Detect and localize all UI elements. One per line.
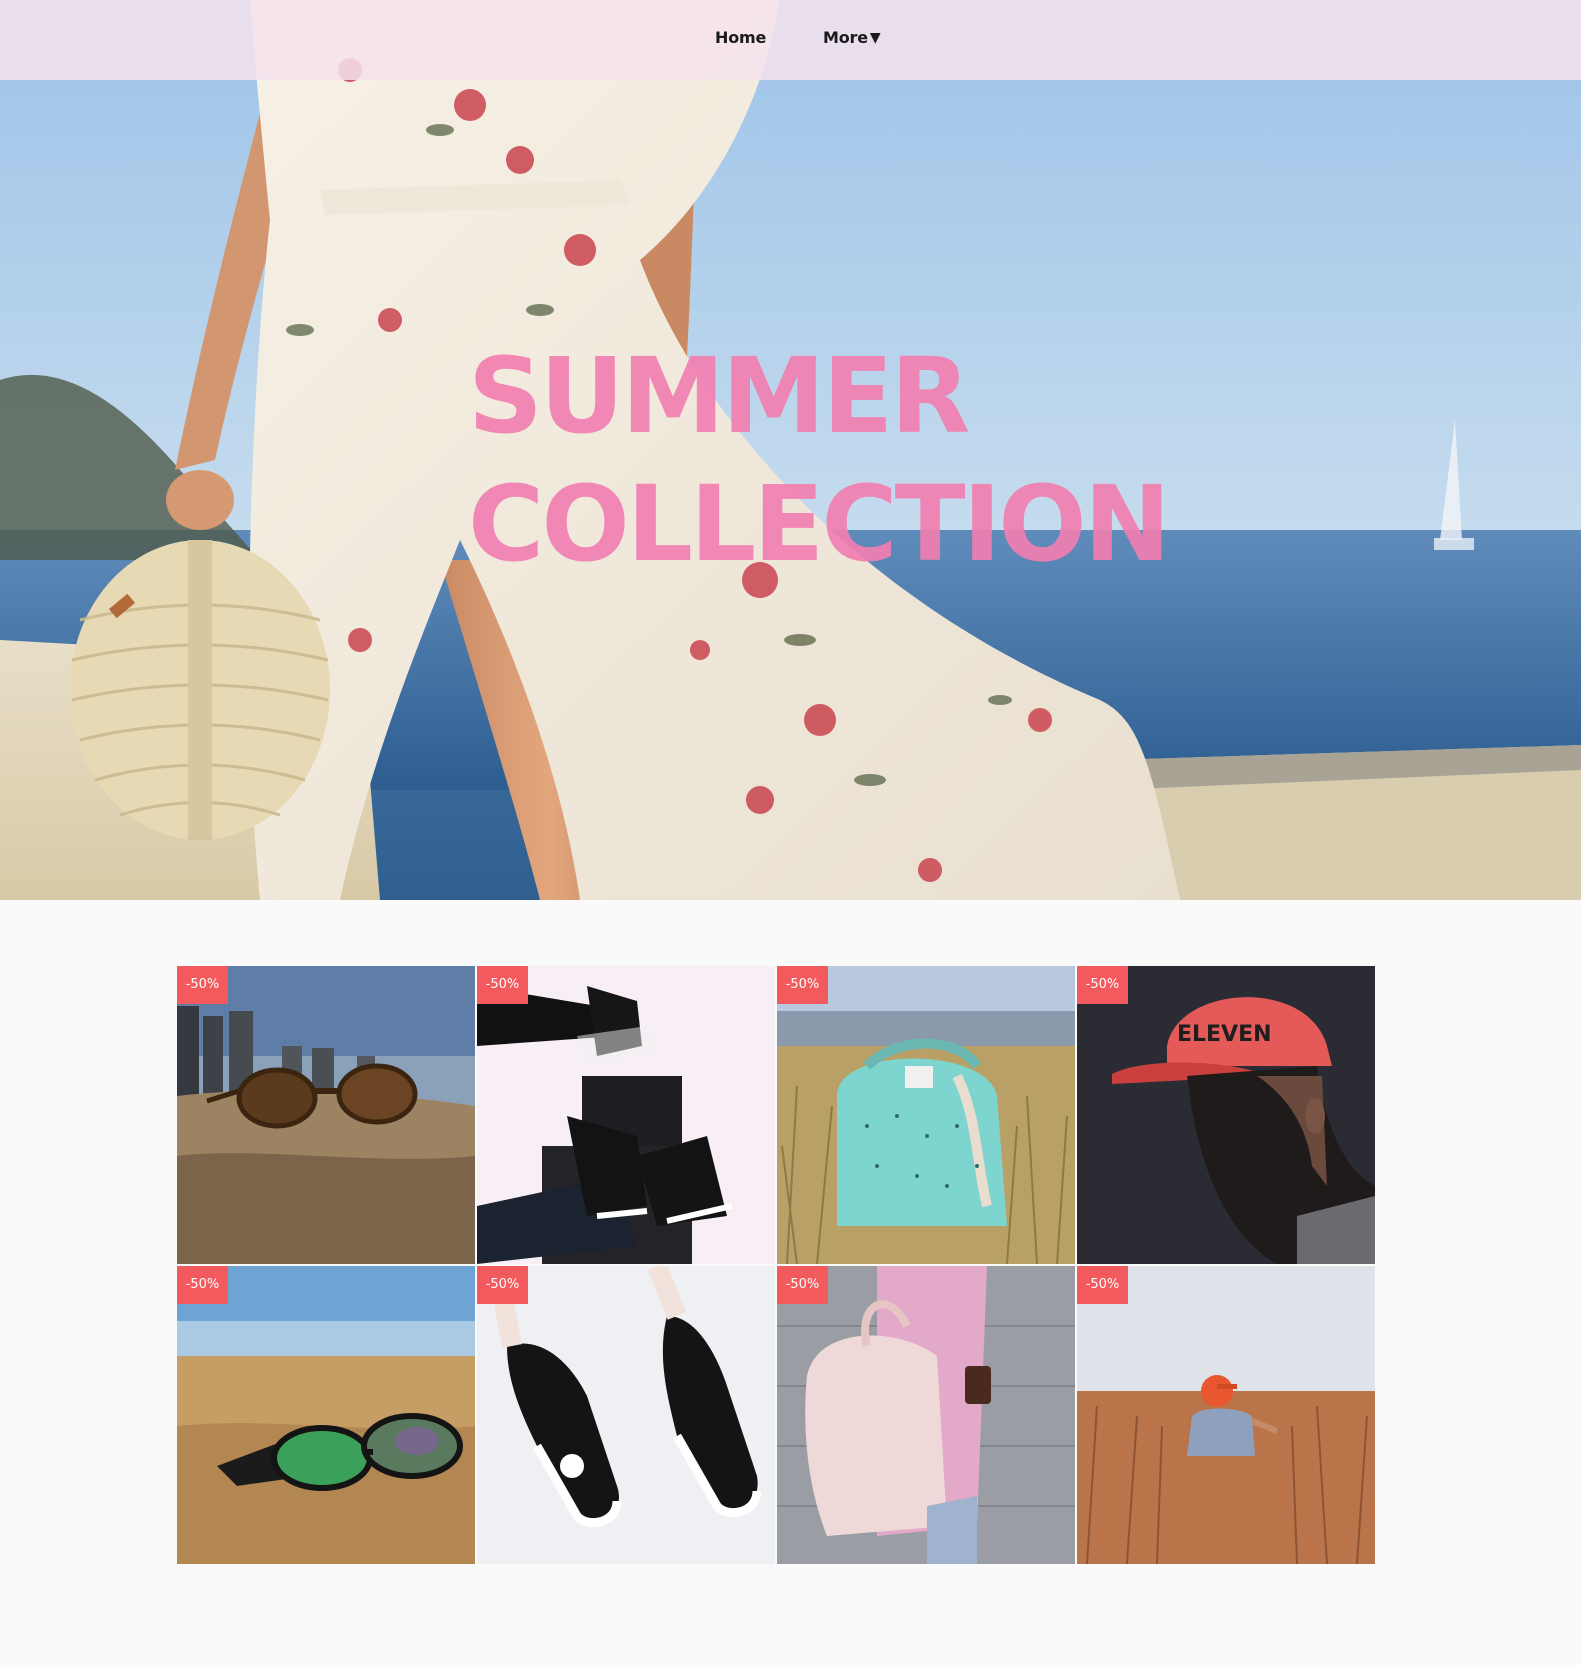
product-card[interactable]: -50%: [477, 1266, 775, 1564]
product-image-sneakers: [477, 966, 775, 1264]
product-image-red-cap: ELEVEN: [1077, 966, 1375, 1264]
product-image-sunglasses: [177, 966, 475, 1264]
product-card[interactable]: -50%: [177, 1266, 475, 1564]
product-image-green-sunglasses: [177, 1266, 475, 1564]
product-card[interactable]: -50%: [177, 966, 475, 1264]
product-image-orange-cap: [1077, 1266, 1375, 1564]
svg-text:ELEVEN: ELEVEN: [1177, 1022, 1272, 1047]
discount-badge: -50%: [177, 1266, 228, 1304]
discount-badge: -50%: [777, 1266, 828, 1304]
product-image-backpack: [777, 966, 1075, 1264]
discount-badge: -50%: [177, 966, 228, 1004]
product-card[interactable]: -50%: [477, 966, 775, 1264]
nav-more-label: More: [823, 28, 868, 47]
caret-down-icon: ▼: [869, 29, 881, 46]
top-navigation: Home More ▼: [0, 0, 1581, 80]
hero-headline-line2: COLLECTION: [468, 463, 1171, 585]
discount-badge: -50%: [777, 966, 828, 1004]
nav-more-dropdown[interactable]: More ▼: [823, 28, 881, 47]
product-card[interactable]: -50%: [1077, 1266, 1375, 1564]
product-card[interactable]: -50%: [777, 1266, 1075, 1564]
discount-badge: -50%: [1077, 966, 1128, 1004]
nav-home-link[interactable]: Home: [715, 28, 766, 47]
discount-badge: -50%: [477, 1266, 528, 1304]
discount-badge: -50%: [477, 966, 528, 1004]
hero-headline: SUMMER COLLECTION: [468, 332, 1171, 588]
product-grid: -50% -50% -50% ELEVEN -50% -50% -50% -50…: [177, 966, 1377, 1564]
discount-badge: -50%: [1077, 1266, 1128, 1304]
hero-headline-line1: SUMMER: [468, 335, 970, 457]
product-card[interactable]: -50%: [777, 966, 1075, 1264]
product-image-converse: [477, 1266, 775, 1564]
product-image-pink-backpack: [777, 1266, 1075, 1564]
product-card[interactable]: ELEVEN -50%: [1077, 966, 1375, 1264]
